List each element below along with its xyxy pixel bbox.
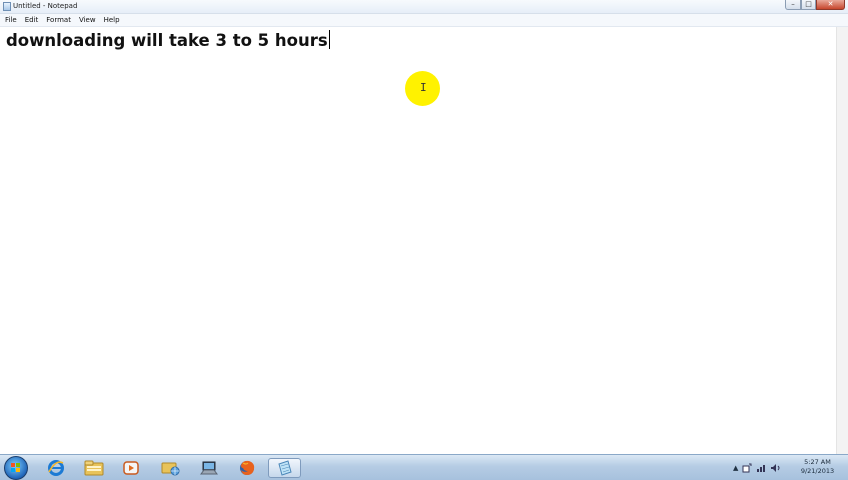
menu-file[interactable]: File — [0, 14, 21, 26]
menu-format[interactable]: Format — [42, 14, 75, 26]
screen: Untitled - Notepad – □ ✕ File Edit Forma… — [0, 0, 848, 480]
network-icon[interactable] — [756, 463, 766, 473]
menu-view[interactable]: View — [75, 14, 100, 26]
ibeam-cursor-icon: I — [420, 81, 427, 94]
close-button[interactable]: ✕ — [816, 0, 845, 10]
internet-explorer-icon[interactable] — [39, 458, 72, 478]
maximize-button[interactable]: □ — [801, 0, 816, 10]
network-folder-icon[interactable] — [153, 458, 186, 478]
minimize-button[interactable]: – — [785, 0, 801, 10]
editor-text-line[interactable]: downloading will take 3 to 5 hours — [6, 29, 330, 53]
firefox-icon[interactable] — [230, 458, 263, 478]
volume-icon[interactable] — [770, 463, 781, 473]
clock-time: 5:27 AM — [804, 458, 831, 466]
notepad-icon[interactable] — [268, 458, 301, 478]
windows-explorer-icon[interactable] — [77, 458, 110, 478]
menu-edit[interactable]: Edit — [21, 14, 43, 26]
start-button[interactable] — [4, 456, 28, 480]
computer-icon[interactable] — [192, 458, 225, 478]
title-bar[interactable]: Untitled - Notepad – □ ✕ — [0, 0, 848, 14]
media-player-icon[interactable] — [114, 458, 147, 478]
vertical-scrollbar[interactable] — [836, 27, 848, 454]
notepad-app-icon[interactable] — [3, 2, 11, 11]
text-caret — [328, 30, 330, 49]
menu-bar: File Edit Format View Help — [0, 14, 848, 27]
editor-text: downloading will take 3 to 5 hours — [6, 31, 328, 50]
system-tray: ▲ — [733, 460, 781, 476]
clock-date: 9/21/2013 — [800, 467, 835, 475]
menu-help[interactable]: Help — [100, 14, 124, 26]
action-center-icon[interactable] — [742, 463, 752, 473]
window-title: Untitled - Notepad — [13, 2, 78, 10]
show-hidden-icons-button[interactable]: ▲ — [733, 464, 738, 472]
taskbar: ▲ 5:27 AM 9/21/2013 — [0, 454, 848, 480]
taskbar-clock[interactable]: 5:27 AM 9/21/2013 — [790, 458, 845, 476]
